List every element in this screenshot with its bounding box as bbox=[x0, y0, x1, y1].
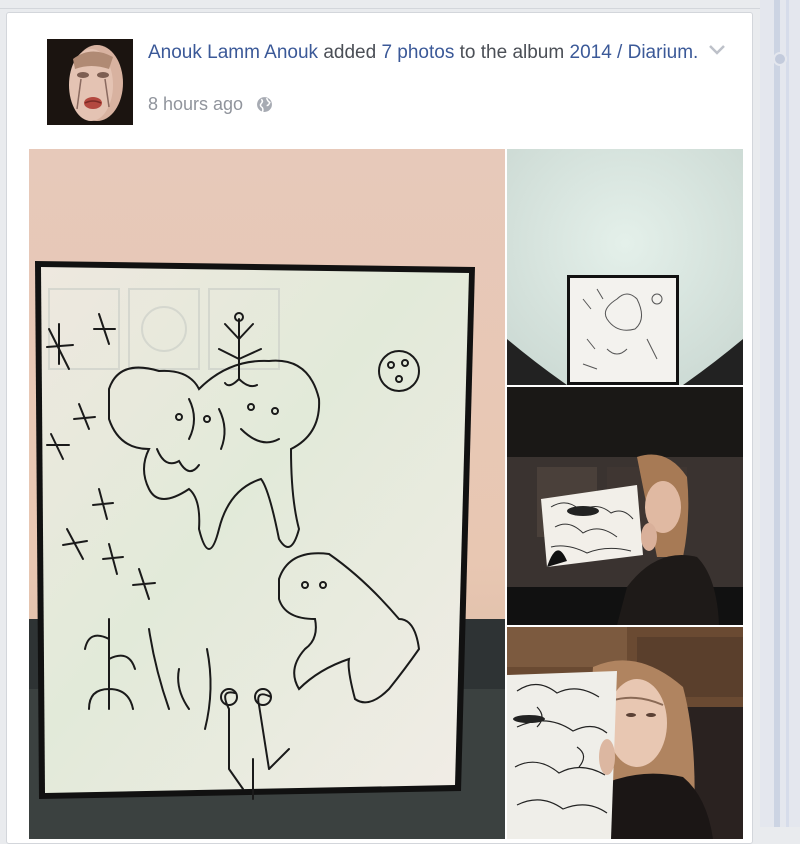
timeline-line-secondary bbox=[786, 0, 789, 827]
timeline-rail bbox=[760, 0, 800, 827]
album-name-link[interactable]: 2014 / Diarium. bbox=[570, 42, 699, 63]
story-header: Anouk Lamm Anouk added 7 photos to the a… bbox=[148, 39, 708, 66]
story-meta: 8 hours ago bbox=[148, 94, 273, 118]
timeline-dot bbox=[773, 52, 787, 66]
album-photo-thumb-2[interactable] bbox=[507, 387, 743, 625]
author-avatar[interactable] bbox=[47, 39, 133, 125]
timeline-line bbox=[774, 0, 780, 827]
globe-icon[interactable] bbox=[256, 96, 273, 118]
album-photo-thumb-3[interactable] bbox=[507, 627, 743, 839]
album-photo-large[interactable] bbox=[29, 149, 505, 839]
album-photo-thumb-1[interactable] bbox=[507, 149, 743, 385]
chevron-down-icon[interactable] bbox=[707, 43, 727, 62]
feed-story-card: Anouk Lamm Anouk added 7 photos to the a… bbox=[6, 12, 753, 844]
album-preposition: to the album bbox=[459, 42, 565, 63]
author-name-link[interactable]: Anouk Lamm Anouk bbox=[148, 42, 318, 63]
timestamp-link[interactable]: 8 hours ago bbox=[148, 94, 243, 114]
photo-count-link[interactable]: 7 photos bbox=[381, 42, 454, 63]
previous-card-edge bbox=[0, 0, 760, 9]
action-text: added bbox=[323, 42, 377, 63]
